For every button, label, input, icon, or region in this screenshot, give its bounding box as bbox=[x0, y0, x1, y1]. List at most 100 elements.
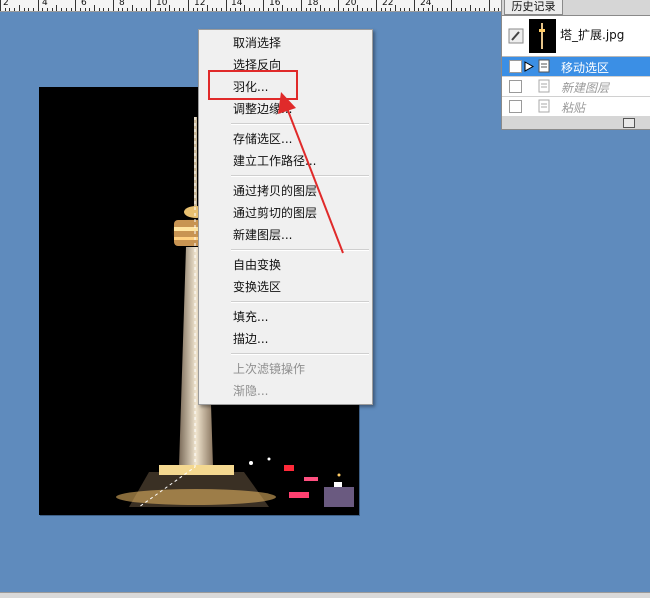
highlight-box bbox=[208, 70, 298, 100]
ruler-tick bbox=[376, 0, 377, 11]
ruler-tick bbox=[239, 8, 241, 11]
ruler-tick bbox=[230, 8, 232, 11]
menu-item-save-selection[interactable]: 存储选区... bbox=[233, 129, 292, 149]
history-tab[interactable]: 历史记录 bbox=[504, 0, 563, 15]
menu-item-refine-edge[interactable]: 调整边缘... bbox=[233, 99, 292, 119]
menu-item-layer-via-cut[interactable]: 通过剪切的图层 bbox=[233, 203, 317, 223]
history-checkbox[interactable] bbox=[509, 80, 522, 93]
menu-item-new-layer[interactable]: 新建图层... bbox=[233, 225, 292, 245]
menu-item-make-work-path[interactable]: 建立工作路径... bbox=[233, 151, 316, 171]
menu-separator bbox=[231, 301, 369, 303]
ruler-tick bbox=[282, 5, 283, 11]
ruler-tick bbox=[343, 8, 345, 11]
ruler-tick bbox=[70, 8, 72, 11]
menu-separator bbox=[231, 249, 369, 251]
ruler-tick bbox=[361, 8, 363, 11]
ruler-tick bbox=[173, 8, 175, 11]
ruler-tick bbox=[47, 8, 48, 11]
ruler-tick bbox=[465, 8, 467, 11]
ruler-tick bbox=[319, 5, 321, 11]
ruler-number: 22 bbox=[382, 0, 394, 8]
history-checkbox[interactable] bbox=[509, 100, 522, 113]
ruler-tick bbox=[423, 8, 424, 11]
ruler-number: 16 bbox=[269, 0, 281, 8]
ruler-number: 20 bbox=[345, 0, 357, 8]
ruler-tick bbox=[371, 8, 373, 11]
menu-item-last-filter: 上次滤镜操作 bbox=[233, 362, 306, 376]
menu-item-fade: 渐隐... bbox=[233, 384, 269, 398]
ruler-tick bbox=[333, 8, 335, 11]
history-state-label: 移动选区 bbox=[561, 61, 610, 75]
ruler-tick bbox=[253, 8, 255, 11]
ruler-tick bbox=[32, 8, 34, 11]
ruler-tick bbox=[277, 8, 279, 11]
history-state-label: 新建图层 bbox=[561, 81, 610, 95]
menu-separator bbox=[231, 123, 369, 125]
status-bar bbox=[0, 592, 650, 598]
ruler-tick bbox=[427, 8, 429, 11]
ruler-number: 8 bbox=[119, 0, 125, 8]
ruler-tick bbox=[51, 8, 53, 11]
ruler-tick bbox=[300, 0, 302, 11]
ruler-tick bbox=[390, 8, 392, 11]
ruler-tick bbox=[108, 8, 110, 11]
ruler-tick bbox=[474, 8, 476, 11]
menu-item-layer-via-copy[interactable]: 通过拷贝的图层 bbox=[233, 181, 317, 201]
history-snapshot[interactable]: 塔_扩展.jpg bbox=[502, 16, 650, 57]
ruler-number: 6 bbox=[81, 0, 87, 8]
ruler-tick bbox=[117, 8, 119, 11]
ruler-tick bbox=[23, 8, 25, 11]
ruler-tick bbox=[418, 8, 420, 11]
ruler-tick bbox=[484, 8, 486, 11]
menu-item-stroke[interactable]: 描边... bbox=[233, 329, 268, 349]
ruler-tick bbox=[470, 5, 471, 11]
menu-item-deselect[interactable]: 取消选择 bbox=[233, 33, 281, 53]
ruler-tick bbox=[216, 8, 218, 11]
ruler-tick bbox=[169, 5, 171, 11]
history-panel-footer bbox=[502, 116, 650, 129]
ruler-tick bbox=[324, 8, 326, 11]
ruler-tick bbox=[206, 5, 208, 11]
ruler-tick bbox=[291, 8, 293, 11]
ruler-tick bbox=[408, 8, 410, 11]
ruler-tick bbox=[164, 8, 166, 11]
ruler-tick bbox=[18, 5, 20, 11]
history-panel: 历史记录 塔_扩展.jpg 移动选区 新建图层 粘贴 bbox=[501, 0, 650, 130]
ruler-tick bbox=[37, 0, 39, 11]
ruler-tick bbox=[498, 8, 500, 11]
history-list: 塔_扩展.jpg 移动选区 新建图层 粘贴 bbox=[502, 15, 650, 117]
ruler-tick bbox=[380, 8, 382, 11]
ruler-tick bbox=[159, 8, 161, 11]
ruler-tick bbox=[9, 8, 11, 11]
ruler-tick bbox=[441, 8, 443, 11]
menu-item-transform-selection[interactable]: 变换选区 bbox=[233, 277, 281, 297]
ruler-tick bbox=[235, 8, 236, 11]
ruler-tick bbox=[112, 0, 114, 11]
ruler-tick bbox=[192, 8, 194, 11]
ruler-tick bbox=[42, 8, 44, 11]
history-step-icon bbox=[538, 59, 550, 73]
history-state-move-selection[interactable]: 移动选区 bbox=[502, 57, 650, 77]
ruler-tick bbox=[136, 8, 138, 11]
menu-item-free-transform[interactable]: 自由变换 bbox=[233, 255, 281, 275]
ruler-number: 12 bbox=[194, 0, 206, 8]
ruler-number: 4 bbox=[42, 0, 48, 8]
delete-state-icon[interactable] bbox=[623, 118, 635, 128]
history-state-paste[interactable]: 粘贴 bbox=[502, 97, 650, 117]
ruler-tick bbox=[0, 0, 1, 11]
menu-item-fill[interactable]: 填充... bbox=[233, 307, 268, 327]
ruler-tick bbox=[479, 8, 481, 11]
history-checkbox[interactable] bbox=[509, 60, 522, 73]
ruler-tick bbox=[202, 8, 204, 11]
snapshot-name: 塔_扩展.jpg bbox=[560, 28, 625, 42]
ruler-tick bbox=[314, 8, 316, 11]
history-state-marker-icon bbox=[524, 61, 534, 72]
history-state-label: 粘贴 bbox=[561, 101, 586, 115]
ruler-number: 2 bbox=[3, 0, 9, 8]
history-state-new-layer[interactable]: 新建图层 bbox=[502, 77, 650, 97]
history-brush-icon[interactable] bbox=[508, 28, 524, 44]
ruler-tick bbox=[155, 8, 157, 11]
ruler-number: 14 bbox=[231, 0, 243, 8]
ruler-tick bbox=[14, 8, 16, 11]
ruler-tick bbox=[4, 8, 6, 11]
